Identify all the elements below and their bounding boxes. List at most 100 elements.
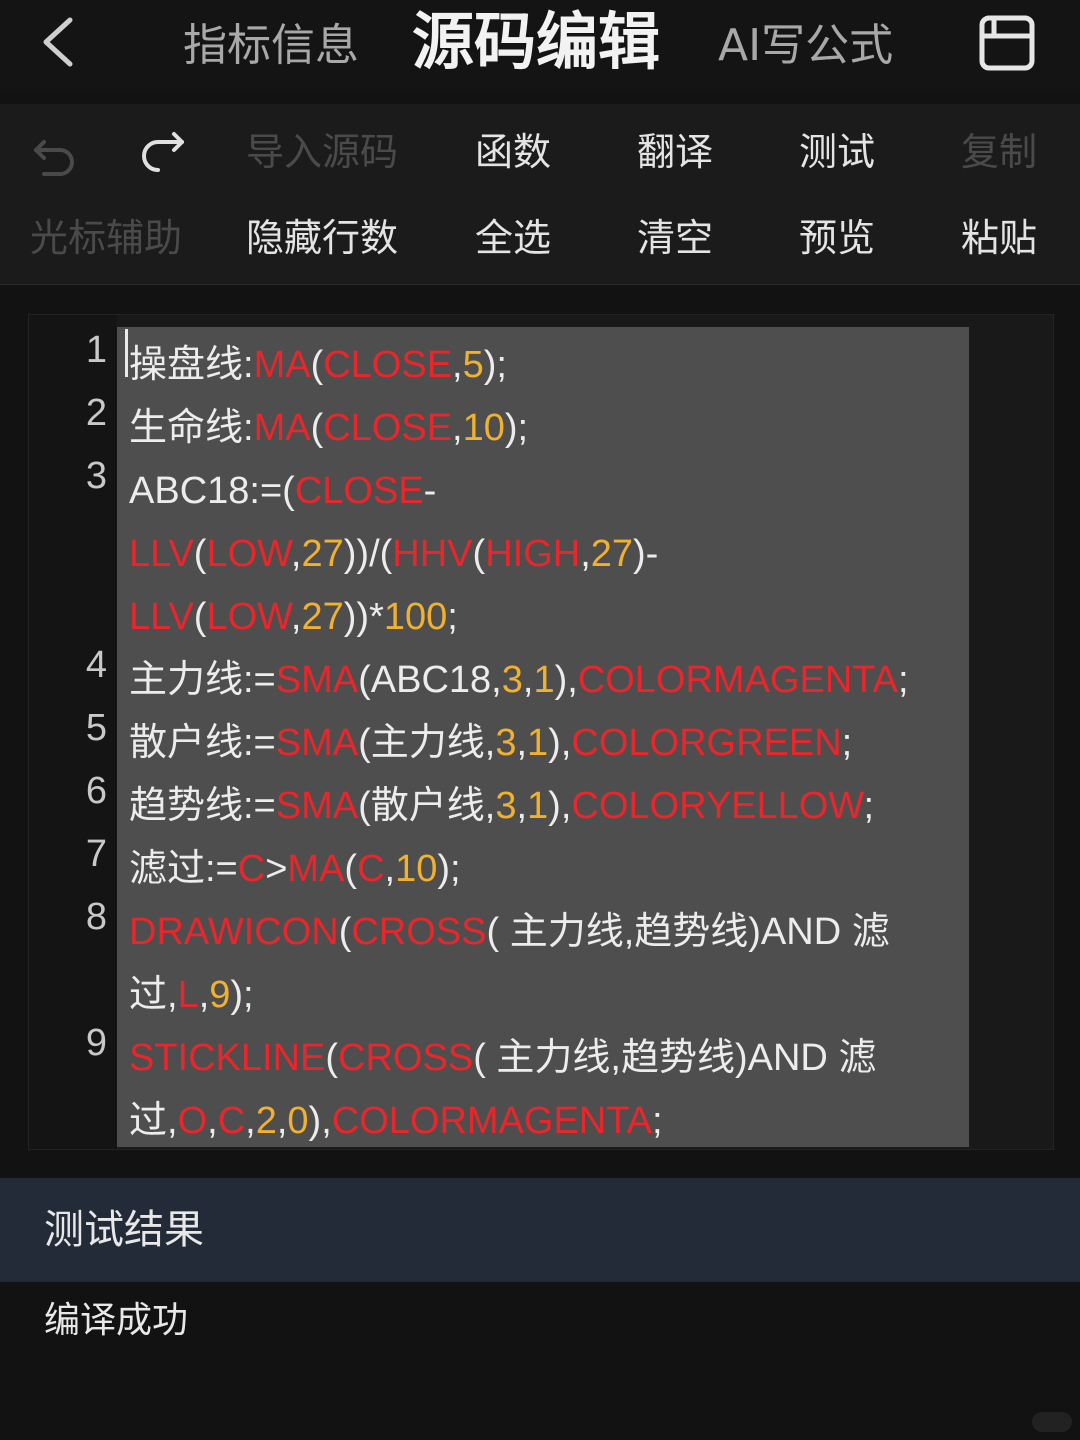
line-number: 2 <box>85 392 107 434</box>
code-token: (主力线, <box>358 722 496 764</box>
code-token: 27 <box>301 596 344 638</box>
code-line[interactable]: 滤过:=C>MA(C,10); <box>129 837 461 901</box>
code-token: ; <box>863 785 875 827</box>
code-line[interactable]: 生命线:MA(CLOSE,10); <box>129 396 528 460</box>
code-token: , <box>452 407 463 449</box>
code-token: )- <box>633 533 659 575</box>
code-token: ABC18:=( <box>129 470 295 512</box>
line-number: 5 <box>85 707 107 749</box>
code-token: LLV <box>129 596 194 638</box>
code-token: CLOSE <box>323 344 453 386</box>
code-token: , <box>276 1100 288 1142</box>
code-token: MA <box>253 344 311 386</box>
code-token: SMA <box>275 722 359 764</box>
translate-button[interactable]: 翻译 <box>637 126 713 178</box>
tab-source-edit[interactable]: 源码编辑 <box>412 4 660 80</box>
code-token: 1 <box>527 785 549 827</box>
code-token: 0 <box>287 1100 309 1142</box>
code-token: SMA <box>275 659 359 701</box>
code-token: 过, <box>129 974 178 1016</box>
code-line[interactable]: 散户线:=SMA(主力线,3,1),COLORGREEN; <box>129 711 852 775</box>
code-token: STICKLINE <box>129 1037 326 1079</box>
code-token: C <box>237 848 266 890</box>
code-line[interactable]: ABC18:=(CLOSE- <box>129 459 436 523</box>
test-result-header: 测试结果 <box>0 1178 1080 1282</box>
line-number: 1 <box>85 329 107 371</box>
hide-line-numbers-button[interactable]: 隐藏行数 <box>246 212 398 264</box>
code-token: (ABC18, <box>358 659 502 701</box>
code-token: ( <box>193 596 207 638</box>
code-token: 过, <box>129 1100 178 1142</box>
code-token: 27 <box>590 533 634 575</box>
code-token: ; <box>898 659 909 701</box>
code-token: 1 <box>533 659 555 701</box>
code-line[interactable]: LLV(LOW,27))*100; <box>129 585 458 649</box>
copy-button[interactable]: 复制 <box>961 126 1037 178</box>
code-token: 散户线:= <box>129 722 276 764</box>
import-source-button[interactable]: 导入源码 <box>246 126 398 178</box>
code-token: C <box>357 848 385 890</box>
code-token: HHV <box>392 533 473 575</box>
code-token: ( <box>472 533 486 575</box>
top-bar: 指标信息 源码编辑 AI写公式 <box>0 0 1080 92</box>
test-button[interactable]: 测试 <box>799 126 875 178</box>
code-token: CROSS <box>338 1037 474 1079</box>
code-editor[interactable]: 1 操盘线:MA(CLOSE,5); 2 生命线:MA(CLOSE,10); 3 ABC1… <box>28 314 1054 1150</box>
code-line[interactable]: LLV(LOW,27))/(HHV(HIGH,27)- <box>129 522 658 586</box>
redo-icon[interactable] <box>138 128 188 178</box>
code-token: ( <box>338 911 352 953</box>
code-token: 滤过:= <box>129 848 238 890</box>
code-line[interactable]: 操盘线:MA(CLOSE,5); <box>129 333 507 397</box>
editor-toolbar: 导入源码 函数 翻译 测试 复制 光标辅助 隐藏行数 全选 清空 预览 粘贴 <box>0 104 1080 285</box>
functions-button[interactable]: 函数 <box>475 126 551 178</box>
code-line[interactable]: 主力线:=SMA(ABC18,3,1),COLORMAGENTA; <box>129 648 909 712</box>
tab-ai-formula[interactable]: AI写公式 <box>718 14 893 78</box>
paste-button[interactable]: 粘贴 <box>961 212 1037 264</box>
code-token: MA <box>287 848 345 890</box>
undo-icon[interactable] <box>30 128 80 178</box>
back-arrow-icon[interactable] <box>36 10 84 74</box>
code-token: 10 <box>395 848 438 890</box>
code-token: > <box>265 848 288 890</box>
code-token: MA <box>253 407 311 449</box>
tab-indicator-info[interactable]: 指标信息 <box>183 14 359 78</box>
test-result-title: 测试结果 <box>44 1207 204 1253</box>
code-line[interactable]: STICKLINE(CROSS( 主力线,趋势线)AND 滤 <box>129 1026 876 1090</box>
code-token: , <box>384 848 396 890</box>
code-token: , <box>522 659 534 701</box>
clear-button[interactable]: 清空 <box>637 212 713 264</box>
code-token: ); <box>230 974 254 1016</box>
code-token: ); <box>483 344 507 386</box>
code-token: 主力线:= <box>129 659 276 701</box>
code-token: (散户线, <box>358 785 496 827</box>
code-token: COLORMAGENTA <box>577 659 899 701</box>
code-token: 1 <box>527 722 549 764</box>
code-token: ))* <box>343 596 384 638</box>
preview-button[interactable]: 预览 <box>799 212 875 264</box>
code-token: 3 <box>495 785 517 827</box>
save-icon[interactable] <box>978 14 1036 72</box>
code-token: ), <box>308 1100 332 1142</box>
code-token: ( <box>344 848 358 890</box>
code-token: ( 主力线,趋势线)AND 滤 <box>473 1037 877 1079</box>
line-number: 4 <box>85 644 107 686</box>
code-line[interactable]: 过,O,C,2,0),COLORMAGENTA; <box>129 1089 663 1153</box>
code-line[interactable]: DRAWICON(CROSS( 主力线,趋势线)AND 滤 <box>129 900 890 964</box>
code-token: , <box>452 344 463 386</box>
code-token: - <box>423 470 437 512</box>
code-token: LOW <box>206 533 291 575</box>
code-token: ); <box>504 407 529 449</box>
code-token: 100 <box>383 596 448 638</box>
cursor-assist-button[interactable]: 光标辅助 <box>30 212 182 264</box>
code-token: COLORMAGENTA <box>331 1100 652 1142</box>
code-token: O <box>177 1100 208 1142</box>
code-token: CLOSE <box>294 470 424 512</box>
code-token: ( <box>325 1037 339 1079</box>
code-token: ; <box>841 722 853 764</box>
compile-status-text: 编译成功 <box>44 1300 189 1341</box>
select-all-button[interactable]: 全选 <box>475 212 551 264</box>
code-line[interactable]: 趋势线:=SMA(散户线,3,1),COLORYELLOW; <box>129 774 874 838</box>
code-token: SMA <box>275 785 359 827</box>
code-token: , <box>580 533 591 575</box>
code-line[interactable]: 过,L,9); <box>129 963 254 1027</box>
